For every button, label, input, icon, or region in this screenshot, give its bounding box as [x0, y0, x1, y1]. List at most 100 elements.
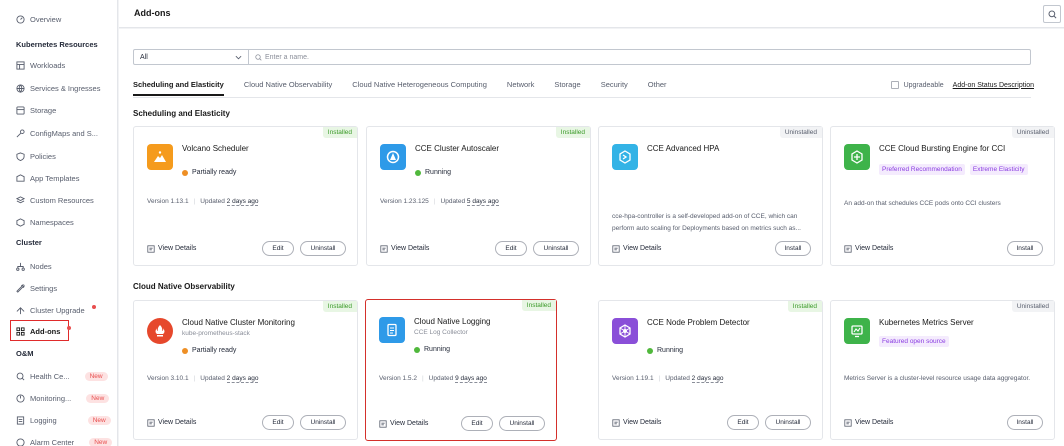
sidebar-item-label: Namespaces	[30, 217, 74, 227]
edit-button[interactable]: Edit	[262, 415, 294, 430]
tab-cloud-native-observability[interactable]: Cloud Native Observability	[244, 80, 332, 96]
status-badge: Uninstalled	[1011, 127, 1054, 138]
details-icon	[147, 244, 155, 253]
sidebar-item-overview[interactable]: Overview	[16, 12, 61, 26]
sidebar-item-policies[interactable]: Policies	[16, 149, 56, 163]
uninstall-button[interactable]: Uninstall	[499, 416, 545, 431]
addon-name: CCE Cluster Autoscaler	[415, 144, 500, 153]
view-details-link[interactable]: View Details	[844, 418, 893, 427]
overview-icon	[16, 14, 25, 24]
addon-card-autoscaler[interactable]: Installed CCE Cluster Autoscaler Running…	[366, 126, 591, 266]
addon-card-metrics-server[interactable]: Uninstalled Kubernetes Metrics Server Fe…	[830, 300, 1055, 440]
view-details-link[interactable]: View Details	[844, 244, 893, 253]
view-details-link[interactable]: View Details	[147, 418, 196, 427]
addon-card-hpa[interactable]: Uninstalled CCE Advanced HPA cce-hpa-con…	[598, 126, 823, 266]
addon-description: An add-on that schedules CCE pods onto C…	[844, 200, 1001, 207]
sidebar-item-settings[interactable]: Settings	[16, 281, 57, 295]
tab-scheduling-and-elasticity[interactable]: Scheduling and Elasticity	[133, 80, 224, 96]
sidebar-item-app-templates[interactable]: App Templates	[16, 171, 79, 185]
autoscaler-icon	[380, 144, 406, 170]
page-title: Add-ons	[134, 8, 171, 18]
updated-prefix: Updated	[200, 198, 225, 205]
updated-value: 9 days ago	[455, 375, 487, 383]
sidebar-item-monitoring[interactable]: Monitoring... New	[16, 391, 110, 405]
sidebar-item-nodes[interactable]: Nodes	[16, 259, 52, 273]
tab-other[interactable]: Other	[648, 80, 667, 96]
health-icon	[16, 372, 25, 381]
hpa-icon	[612, 144, 638, 170]
addon-card-npd[interactable]: Installed CCE Node Problem Detector Runn…	[598, 300, 823, 440]
search-input[interactable]: Enter a name.	[249, 54, 309, 61]
uninstall-button[interactable]: Uninstall	[300, 415, 346, 430]
addon-name: Cloud Native Cluster Monitoring	[182, 318, 295, 327]
sidebar-item-services[interactable]: Services & Ingresses	[16, 81, 100, 95]
addon-subtitle: CCE Log Collector	[414, 329, 468, 336]
tab-cloud-native-heterogeneous-computing[interactable]: Cloud Native Heterogeneous Computing	[352, 80, 487, 96]
uninstall-button[interactable]: Uninstall	[533, 241, 579, 256]
updated-prefix: Updated	[440, 198, 466, 205]
addon-card-cluster-monitoring[interactable]: Installed Cloud Native Cluster Monitorin…	[133, 300, 358, 440]
sidebar-item-namespaces[interactable]: Namespaces	[16, 215, 74, 229]
workloads-icon	[16, 60, 25, 70]
version-prefix: Version	[380, 198, 402, 205]
addon-card-logging[interactable]: Installed Cloud Native Logging CCE Log C…	[365, 299, 557, 441]
version-prefix: Version	[612, 375, 634, 382]
prometheus-icon	[147, 318, 173, 344]
tag: Featured open source	[879, 336, 949, 347]
sidebar-section-kubernetes: Kubernetes Resources	[16, 40, 98, 49]
upgradeable-checkbox[interactable]	[890, 81, 899, 89]
notification-dot	[91, 305, 96, 309]
tab-network[interactable]: Network	[507, 80, 535, 96]
addon-tags: Preferred Recommendation Extreme Elastici…	[879, 164, 1028, 175]
sidebar-item-logging[interactable]: Logging New	[16, 413, 111, 427]
view-details-label: View Details	[390, 420, 429, 427]
sidebar-item-addons[interactable]: Add-ons	[16, 324, 72, 338]
sidebar-section-om: O&M	[16, 349, 34, 358]
sidebar-item-alarm[interactable]: Alarm Center New	[16, 435, 113, 446]
card-footer: View Details Install	[844, 415, 1043, 430]
uninstall-button[interactable]: Uninstall	[300, 241, 346, 256]
view-details-link[interactable]: View Details	[612, 244, 661, 253]
install-button[interactable]: Install	[775, 241, 811, 256]
install-button[interactable]: Install	[1007, 241, 1043, 256]
details-icon	[844, 418, 852, 427]
state-dot	[182, 169, 188, 176]
sidebar-item-label: Workloads	[30, 60, 66, 70]
upgrade-icon	[16, 306, 25, 315]
status-description-link[interactable]: Add-on Status Description	[953, 82, 1034, 89]
sidebar-item-label: App Templates	[30, 173, 80, 183]
tag: Preferred Recommendation	[879, 164, 965, 175]
edit-button[interactable]: Edit	[461, 416, 493, 431]
type-select[interactable]: All	[134, 50, 249, 64]
view-details-link[interactable]: View Details	[147, 244, 196, 253]
view-details-link[interactable]: View Details	[612, 418, 661, 427]
tab-storage[interactable]: Storage	[554, 80, 580, 96]
search-placeholder: Enter a name.	[265, 53, 309, 61]
sidebar-item-health[interactable]: Health Ce... New	[16, 369, 108, 383]
sidebar-item-storage[interactable]: Storage	[16, 103, 56, 117]
sidebar-item-cluster-upgrade[interactable]: Cluster Upgrade	[16, 303, 96, 317]
edit-button[interactable]: Edit	[495, 241, 527, 256]
install-button[interactable]: Install	[1007, 415, 1043, 430]
notification-dot	[67, 326, 72, 330]
card-footer: View Details Edit Uninstall	[147, 415, 346, 430]
status-badge: Uninstalled	[1011, 301, 1054, 312]
view-details-link[interactable]: View Details	[380, 244, 429, 253]
addon-card-bursting[interactable]: Uninstalled CCE Cloud Bursting Engine fo…	[830, 126, 1055, 266]
tabs-divider	[133, 97, 1031, 98]
tab-security[interactable]: Security	[601, 80, 628, 96]
sidebar-item-workloads[interactable]: Workloads	[16, 58, 65, 72]
edit-button[interactable]: Edit	[727, 415, 759, 430]
view-details-link[interactable]: View Details	[379, 419, 429, 428]
addon-state: Running	[647, 347, 683, 354]
search-button[interactable]	[1043, 5, 1061, 23]
uninstall-button[interactable]: Uninstall	[765, 415, 811, 430]
sidebar-item-configmaps[interactable]: ConfigMaps and S...	[16, 126, 98, 140]
addon-card-volcano[interactable]: Installed Volcano Scheduler Partially re…	[133, 126, 358, 266]
edit-button[interactable]: Edit	[262, 241, 294, 256]
shield-icon	[16, 151, 25, 161]
updated-prefix: Updated	[665, 375, 690, 382]
status-badge: Installed	[555, 127, 590, 138]
sidebar-item-custom-resources[interactable]: Custom Resources	[16, 193, 94, 207]
addon-state-label: Partially ready	[192, 347, 237, 354]
